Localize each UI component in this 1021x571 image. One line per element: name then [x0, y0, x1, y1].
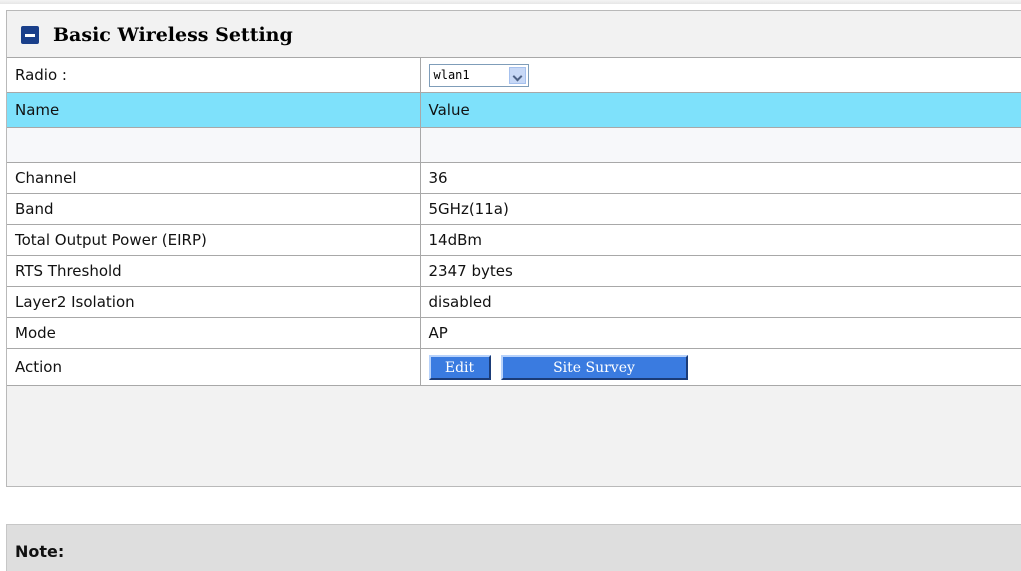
row-value-mode: AP	[420, 317, 1021, 349]
row-name	[7, 127, 421, 163]
action-row: Action Edit Site Survey	[7, 348, 1021, 386]
table-row: Mode AP	[7, 317, 1021, 349]
row-value-band: 5GHz(11a)	[420, 193, 1021, 225]
table-row: Band 5GHz(11a)	[7, 193, 1021, 225]
row-value-output-power: 14dBm	[420, 224, 1021, 256]
row-value-channel: 36	[420, 162, 1021, 194]
collapse-minus-icon[interactable]	[21, 26, 39, 44]
radio-value-cell: wlan1	[420, 57, 1021, 93]
edit-button[interactable]: Edit	[428, 354, 491, 380]
radio-row: Radio : wlan1	[7, 57, 1021, 93]
top-divider	[0, 0, 1021, 4]
column-header-name: Name	[7, 92, 421, 128]
radio-select-value: wlan1	[433, 67, 470, 82]
table-row: RTS Threshold 2347 bytes	[7, 255, 1021, 287]
row-name-layer2-isolation: Layer2 Isolation	[7, 286, 421, 318]
site-survey-button[interactable]: Site Survey	[500, 354, 688, 380]
page-frame: Basic Wireless Setting Radio : wlan1 Nam…	[0, 0, 1021, 571]
table-row: Total Output Power (EIRP) 14dBm	[7, 224, 1021, 256]
radio-select[interactable]: wlan1	[428, 63, 529, 87]
table-header-row: Name Value	[7, 92, 1021, 128]
table-row: Layer2 Isolation disabled	[7, 286, 1021, 318]
table-row	[7, 127, 1021, 163]
action-buttons-cell: Edit Site Survey	[420, 348, 1021, 386]
row-value-rts-threshold: 2347 bytes	[420, 255, 1021, 287]
settings-table: Radio : wlan1 Name Value Channel 36 Band…	[7, 57, 1021, 386]
action-label: Action	[7, 348, 421, 386]
row-name-mode: Mode	[7, 317, 421, 349]
note-bar: Note:	[6, 524, 1021, 571]
row-value-layer2-isolation: disabled	[420, 286, 1021, 318]
row-name-rts-threshold: RTS Threshold	[7, 255, 421, 287]
table-row: Channel 36	[7, 162, 1021, 194]
row-name-output-power: Total Output Power (EIRP)	[7, 224, 421, 256]
note-label: Note:	[15, 542, 65, 561]
row-value	[420, 127, 1021, 163]
row-name-band: Band	[7, 193, 421, 225]
radio-label: Radio :	[7, 57, 421, 93]
basic-wireless-panel: Basic Wireless Setting Radio : wlan1 Nam…	[6, 10, 1021, 487]
panel-title: Basic Wireless Setting	[53, 24, 293, 46]
chevron-down-icon[interactable]	[508, 66, 526, 84]
column-header-value: Value	[420, 92, 1021, 128]
row-name-channel: Channel	[7, 162, 421, 194]
